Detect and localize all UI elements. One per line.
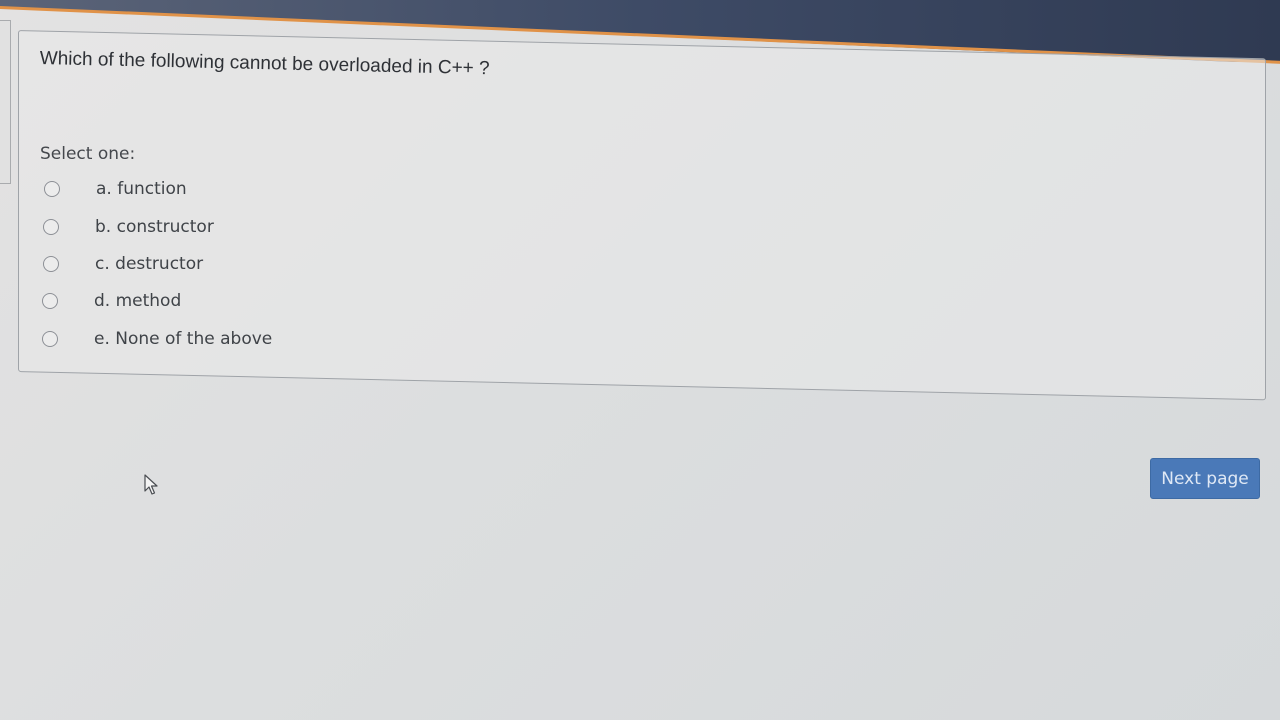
option-label: a. function (96, 179, 187, 199)
option-c[interactable]: c. destructor (43, 251, 363, 277)
option-b[interactable]: b. constructor (43, 214, 363, 240)
radio-circle-icon[interactable] (43, 219, 59, 235)
option-label: b. constructor (95, 217, 214, 237)
option-label: c. destructor (95, 254, 204, 274)
select-one-prompt: Select one: (40, 144, 136, 164)
radio-circle-icon[interactable] (43, 256, 59, 272)
option-label: e. None of the above (94, 329, 273, 349)
left-info-panel-edge (0, 20, 11, 184)
option-label: d. method (94, 291, 182, 311)
mouse-pointer-icon (144, 474, 158, 495)
option-a[interactable]: a. function (44, 176, 364, 202)
radio-circle-icon[interactable] (44, 181, 60, 197)
radio-circle-icon[interactable] (42, 331, 58, 347)
next-page-button[interactable]: Next page (1150, 458, 1260, 499)
radio-circle-icon[interactable] (42, 293, 58, 309)
option-d[interactable]: d. method (42, 288, 362, 314)
option-e[interactable]: e. None of the above (42, 326, 362, 352)
